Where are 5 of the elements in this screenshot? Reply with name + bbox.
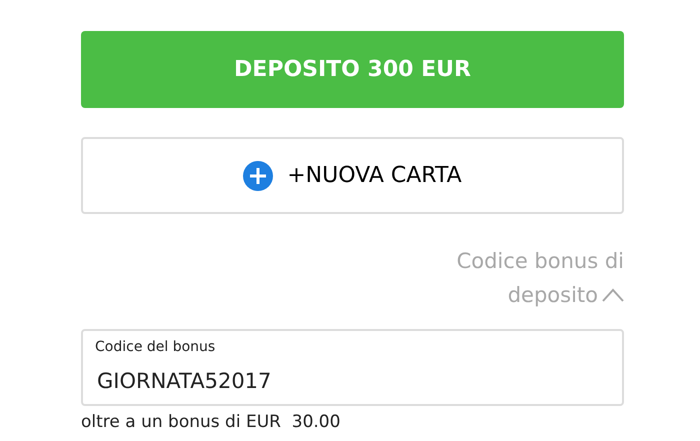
new-card-button[interactable]: +NUOVA CARTA	[81, 137, 624, 214]
plus-icon	[243, 160, 274, 190]
bonus-note: oltre a un bonus di EUR 30.00	[81, 411, 342, 434]
field-label: Codice del bonus	[95, 338, 216, 357]
chevron-up-icon	[602, 288, 624, 302]
